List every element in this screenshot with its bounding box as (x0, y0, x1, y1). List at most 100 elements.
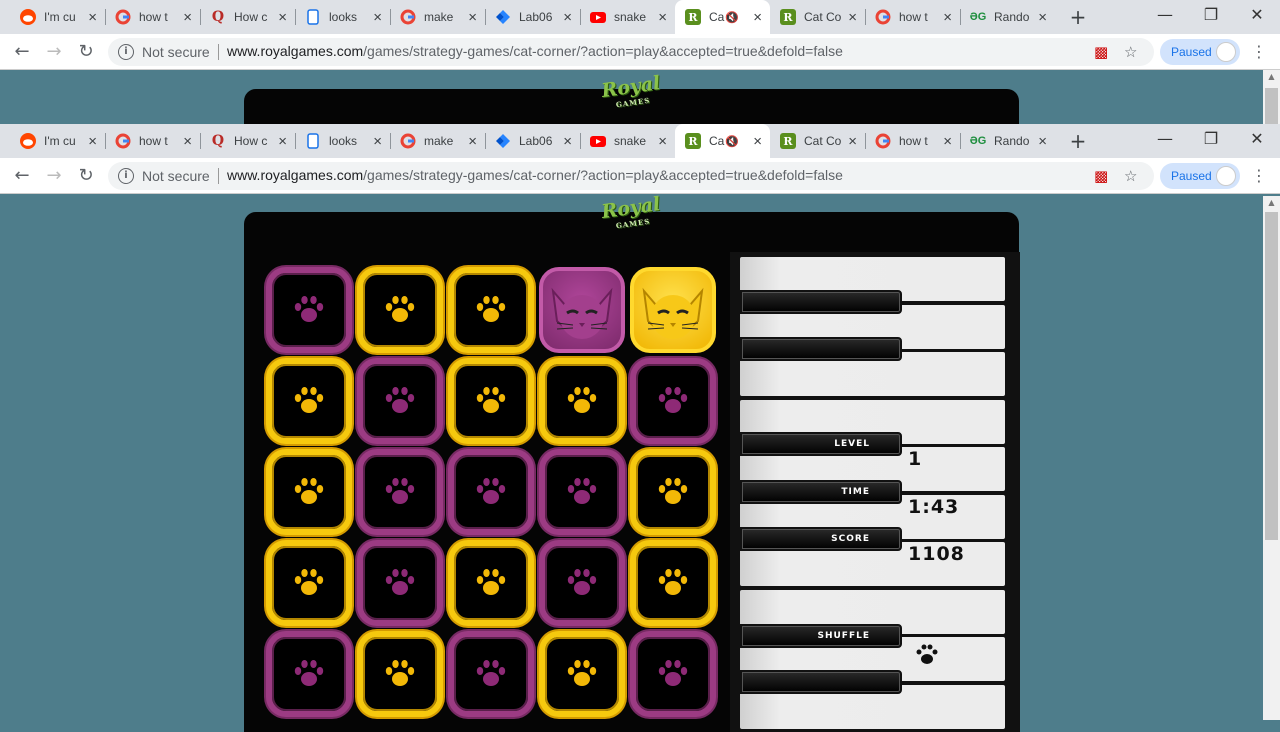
new-tab-button[interactable]: + (1066, 130, 1090, 152)
info-icon[interactable]: i (118, 168, 134, 184)
tab[interactable]: Lab06 × (485, 124, 580, 158)
purple-paw-tile[interactable] (357, 540, 443, 626)
tab[interactable]: snake × (580, 124, 675, 158)
reload-icon[interactable]: ↻ (76, 42, 96, 62)
close-tab-icon[interactable]: × (183, 10, 192, 25)
muted-icon[interactable]: 🔇 (725, 135, 739, 148)
profile-button[interactable]: Paused (1160, 163, 1240, 189)
purple-paw-tile[interactable] (357, 358, 443, 444)
minimize-button[interactable]: — (1142, 0, 1188, 32)
tab[interactable]: R Cat Co × (770, 0, 865, 34)
tab[interactable]: looks × (295, 124, 390, 158)
back-icon[interactable]: ← (12, 42, 32, 62)
close-tab-icon[interactable]: × (88, 134, 97, 149)
close-tab-icon[interactable]: × (1038, 10, 1047, 25)
close-tab-icon[interactable]: × (278, 134, 287, 149)
close-tab-icon[interactable]: × (658, 10, 667, 25)
close-tab-icon[interactable]: × (563, 134, 572, 149)
tab[interactable]: I'm cu × (10, 124, 105, 158)
tab[interactable]: make × (390, 0, 485, 34)
close-tab-icon[interactable]: × (373, 10, 382, 25)
yellow-paw-tile[interactable] (357, 631, 443, 717)
purple-paw-tile[interactable] (266, 267, 352, 353)
close-tab-icon[interactable]: × (468, 134, 477, 149)
url-text[interactable]: www.royalgames.com/games/strategy-games/… (227, 167, 843, 183)
shuffle-button[interactable]: SHUFFLE (740, 624, 902, 648)
yellow-paw-tile[interactable] (539, 631, 625, 717)
yellow-paw-tile[interactable] (266, 449, 352, 535)
scroll-up-icon[interactable]: ▲ (1263, 70, 1280, 84)
yellow-paw-tile[interactable] (630, 540, 716, 626)
yellow-paw-tile[interactable] (448, 540, 534, 626)
yellow-paw-tile[interactable] (448, 267, 534, 353)
tab[interactable]: ƏG Rando × (960, 0, 1055, 34)
restore-button[interactable]: ❐ (1188, 124, 1234, 156)
close-tab-icon[interactable]: × (183, 134, 192, 149)
close-tab-icon[interactable]: × (373, 134, 382, 149)
tab[interactable]: R Ca 🔇 × (675, 0, 770, 34)
forward-icon[interactable]: → (44, 42, 64, 62)
address-bar[interactable]: i Not secure www.royalgames.com/games/st… (108, 38, 1154, 66)
restore-button[interactable]: ❐ (1188, 0, 1234, 32)
close-tab-icon[interactable]: × (753, 10, 762, 25)
purple-paw-tile[interactable] (630, 631, 716, 717)
close-tab-icon[interactable]: × (943, 134, 952, 149)
tab[interactable]: I'm cu × (10, 0, 105, 34)
address-bar[interactable]: i Not secure www.royalgames.com/games/st… (108, 162, 1154, 190)
blocked-icon[interactable]: ▩ (1094, 167, 1108, 185)
shuffle-paw-icon[interactable] (914, 642, 940, 668)
star-icon[interactable]: ☆ (1124, 43, 1137, 61)
yellow-paw-tile[interactable] (630, 449, 716, 535)
reload-icon[interactable]: ↻ (76, 166, 96, 186)
purple-paw-tile[interactable] (539, 449, 625, 535)
forward-icon[interactable]: → (44, 166, 64, 186)
tab[interactable]: snake × (580, 0, 675, 34)
tab[interactable]: ƏG Rando × (960, 124, 1055, 158)
scroll-up-icon[interactable]: ▲ (1263, 196, 1280, 210)
close-tab-icon[interactable]: × (753, 134, 762, 149)
url-text[interactable]: www.royalgames.com/games/strategy-games/… (227, 43, 843, 59)
purple-paw-tile[interactable] (448, 449, 534, 535)
close-tab-icon[interactable]: × (278, 10, 287, 25)
tab[interactable]: how t × (105, 0, 200, 34)
close-tab-icon[interactable]: × (1038, 134, 1047, 149)
close-tab-icon[interactable]: × (468, 10, 477, 25)
scroll-thumb[interactable] (1265, 88, 1278, 124)
scrollbar-back[interactable]: ▲ (1263, 70, 1280, 124)
purple-paw-tile[interactable] (539, 540, 625, 626)
close-window-button[interactable]: ✕ (1234, 124, 1280, 156)
close-tab-icon[interactable]: × (943, 10, 952, 25)
yellow-paw-tile[interactable] (266, 540, 352, 626)
new-tab-button[interactable]: + (1066, 6, 1090, 28)
tab[interactable]: Q How c × (200, 0, 295, 34)
close-tab-icon[interactable]: × (658, 134, 667, 149)
yellow-paw-tile[interactable] (357, 267, 443, 353)
close-tab-icon[interactable]: × (88, 10, 97, 25)
profile-button[interactable]: Paused (1160, 39, 1240, 65)
back-icon[interactable]: ← (12, 166, 32, 186)
close-tab-icon[interactable]: × (848, 10, 857, 25)
yellow-paw-tile[interactable] (448, 358, 534, 444)
yellow-cat-tile[interactable] (630, 267, 716, 353)
tab[interactable]: how t × (865, 124, 960, 158)
purple-paw-tile[interactable] (357, 449, 443, 535)
tab[interactable]: looks × (295, 0, 390, 34)
minimize-button[interactable]: — (1142, 124, 1188, 156)
tab[interactable]: R Ca 🔇 × (675, 124, 770, 158)
tab[interactable]: Q How c × (200, 124, 295, 158)
close-tab-icon[interactable]: × (563, 10, 572, 25)
yellow-paw-tile[interactable] (539, 358, 625, 444)
info-icon[interactable]: i (118, 44, 134, 60)
close-window-button[interactable]: ✕ (1234, 0, 1280, 32)
yellow-paw-tile[interactable] (266, 358, 352, 444)
menu-icon[interactable]: ⋮ (1251, 166, 1267, 185)
purple-paw-tile[interactable] (448, 631, 534, 717)
purple-cat-tile[interactable] (539, 267, 625, 353)
tab[interactable]: R Cat Co × (770, 124, 865, 158)
scroll-thumb[interactable] (1265, 212, 1278, 540)
tab[interactable]: how t × (865, 0, 960, 34)
purple-paw-tile[interactable] (266, 631, 352, 717)
muted-icon[interactable]: 🔇 (725, 11, 739, 24)
purple-paw-tile[interactable] (630, 358, 716, 444)
tab[interactable]: Lab06 × (485, 0, 580, 34)
